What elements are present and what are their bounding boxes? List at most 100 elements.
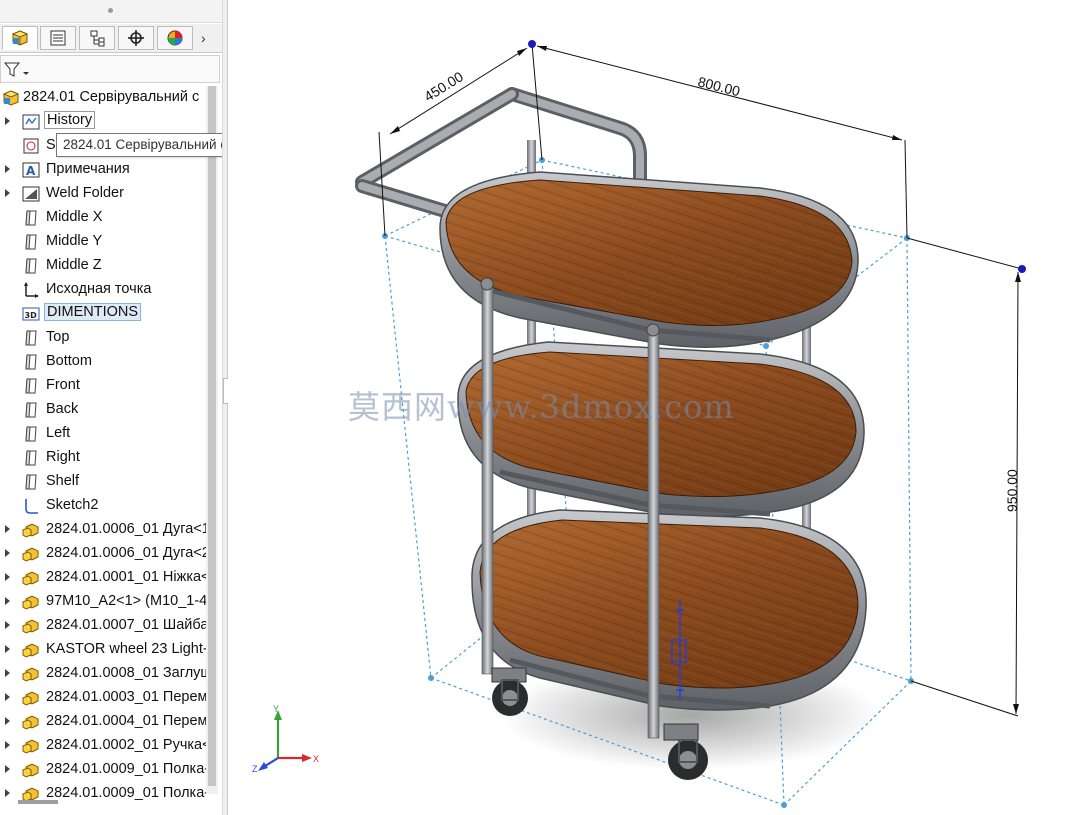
tree-item[interactable]: KASTOR wheel 23 Light- [0,638,222,662]
tree-item-label: Shelf [46,473,80,489]
tree-item[interactable]: 3D DIMENTIONS [0,302,222,326]
plane-icon [25,426,37,442]
expand-arrow-icon[interactable] [5,645,10,653]
weld-folder-icon [22,186,40,202]
tree-item[interactable]: 2824.01.0006_01 Дуга<1 [0,518,222,542]
tree-item[interactable]: History [0,110,222,134]
dimension-height[interactable]: 950.00 [1004,469,1020,512]
tree-item[interactable]: Sketch2 [0,494,222,518]
tree-item[interactable]: 2824.01.0003_01 Перем [0,686,222,710]
axis-y-label: Y [273,704,279,714]
caster-wheel-left [491,667,528,716]
part-icon [22,715,39,730]
dimension-endpoint-right[interactable] [1018,265,1026,273]
part-icon [22,523,39,538]
tree-filter[interactable] [0,55,220,83]
dimxpert-icon [128,30,144,46]
tab-property-manager[interactable] [40,26,76,50]
axis-z-label: Z [252,764,258,774]
tree-item[interactable]: 2824.01.0009_01 Полка- [0,758,222,782]
collapse-handle[interactable] [108,8,113,13]
tree-root-assembly[interactable]: 2824.01 Сервірувальний с [0,86,222,110]
tree-item[interactable]: 2824.01.0001_01 Ніжка< [0,566,222,590]
expand-arrow-icon[interactable] [5,189,10,197]
tree-item[interactable]: Left [0,422,222,446]
assembly-icon [2,90,20,106]
plane-icon [25,378,37,394]
part-icon [22,763,39,778]
expand-arrow-icon[interactable] [5,717,10,725]
svg-text:A: A [26,164,36,178]
tree-item[interactable]: 2824.01.0002_01 Ручка< [0,734,222,758]
tree-item[interactable]: Middle Y [0,230,222,254]
plane-icon [25,354,37,370]
tab-feature-manager[interactable] [2,26,38,50]
expand-arrow-icon[interactable] [5,789,10,797]
plane-icon [25,474,37,490]
expand-arrow-icon[interactable] [5,573,10,581]
manager-tabs: › [0,24,222,53]
tree-item[interactable]: 2824.01.0004_01 Перем [0,710,222,734]
expand-arrow-icon[interactable] [5,549,10,557]
tree-item[interactable]: Weld Folder [0,182,222,206]
expand-arrow-icon[interactable] [5,525,10,533]
expand-arrow-icon[interactable] [5,597,10,605]
graphics-area[interactable]: 450.00 800.00 950.00 Y X Z 莫西网www.3dmox.… [228,0,1072,815]
part-icon [22,643,39,658]
expand-arrow-icon[interactable] [5,765,10,773]
tree-item-label: Top [46,329,70,345]
expand-arrow-icon[interactable] [5,165,10,173]
tree-vertical-scrollbar[interactable] [206,86,218,794]
tree-item[interactable]: 97M10_A2<1> (M10_1-4 [0,590,222,614]
orientation-triad: Y X Z [252,704,319,774]
dimension-endpoint-top[interactable] [528,40,536,48]
tree-item-label: 2824.01.0009_01 Полка- [46,761,210,777]
tree-item[interactable]: Shelf [0,470,222,494]
tree-horizontal-scrollbar[interactable] [18,800,58,804]
panel-top-strip [0,0,222,23]
tab-configuration-manager[interactable] [79,26,115,50]
expand-arrow-icon[interactable] [5,741,10,749]
tabs-scroll-right-icon[interactable]: › [201,30,206,46]
tree-item-label: 97M10_A2<1> (M10_1-4 [46,593,208,609]
part-icon [22,667,39,682]
dimension-depth[interactable]: 450.00 [421,68,466,104]
tree-item-label: 2824.01 Сервірувальний с [23,89,200,105]
3d-sketch-icon: 3D [22,307,40,321]
annotations-icon: A [22,162,40,178]
scrollbar-thumb[interactable] [208,86,216,786]
tree-item[interactable]: Right [0,446,222,470]
tree-item[interactable]: Middle Z [0,254,222,278]
history-icon [22,114,40,130]
part-icon [22,619,39,634]
filter-icon[interactable] [4,61,30,79]
tab-display-manager[interactable] [157,26,193,50]
shelf-top [439,171,859,348]
tree-item[interactable]: Back [0,398,222,422]
tree-item[interactable]: 2824.01.0006_01 Дуга<2 [0,542,222,566]
tree-item[interactable]: Middle X [0,206,222,230]
tree-item[interactable]: Bottom [0,350,222,374]
tree-item[interactable]: 2824.01.0007_01 Шайба [0,614,222,638]
tree-item[interactable]: 2824.01.0008_01 Заглуш [0,662,222,686]
tree-item[interactable]: Front [0,374,222,398]
sketch-icon [25,499,38,514]
plane-icon [25,258,37,274]
tree-item[interactable]: A Примечания [0,158,222,182]
dimension-width[interactable]: 800.00 [696,73,742,99]
expand-arrow-icon[interactable] [5,693,10,701]
expand-arrow-icon[interactable] [5,117,10,125]
expand-arrow-icon[interactable] [5,621,10,629]
tree-item[interactable]: Top [0,326,222,350]
tree-item-label: 2824.01.0001_01 Ніжка< [46,569,210,585]
plane-icon [25,210,37,226]
plane-icon [25,450,37,466]
expand-arrow-icon[interactable] [5,669,10,677]
part-icon [22,547,39,562]
tree-item[interactable]: Исходная точка [0,278,222,302]
tree-item-label: Weld Folder [46,185,124,201]
tree-item-label: DIMENTIONS [44,303,142,321]
tree-item-label: Back [46,401,79,417]
plane-icon [25,402,37,418]
tab-dimxpert-manager[interactable] [118,26,154,50]
